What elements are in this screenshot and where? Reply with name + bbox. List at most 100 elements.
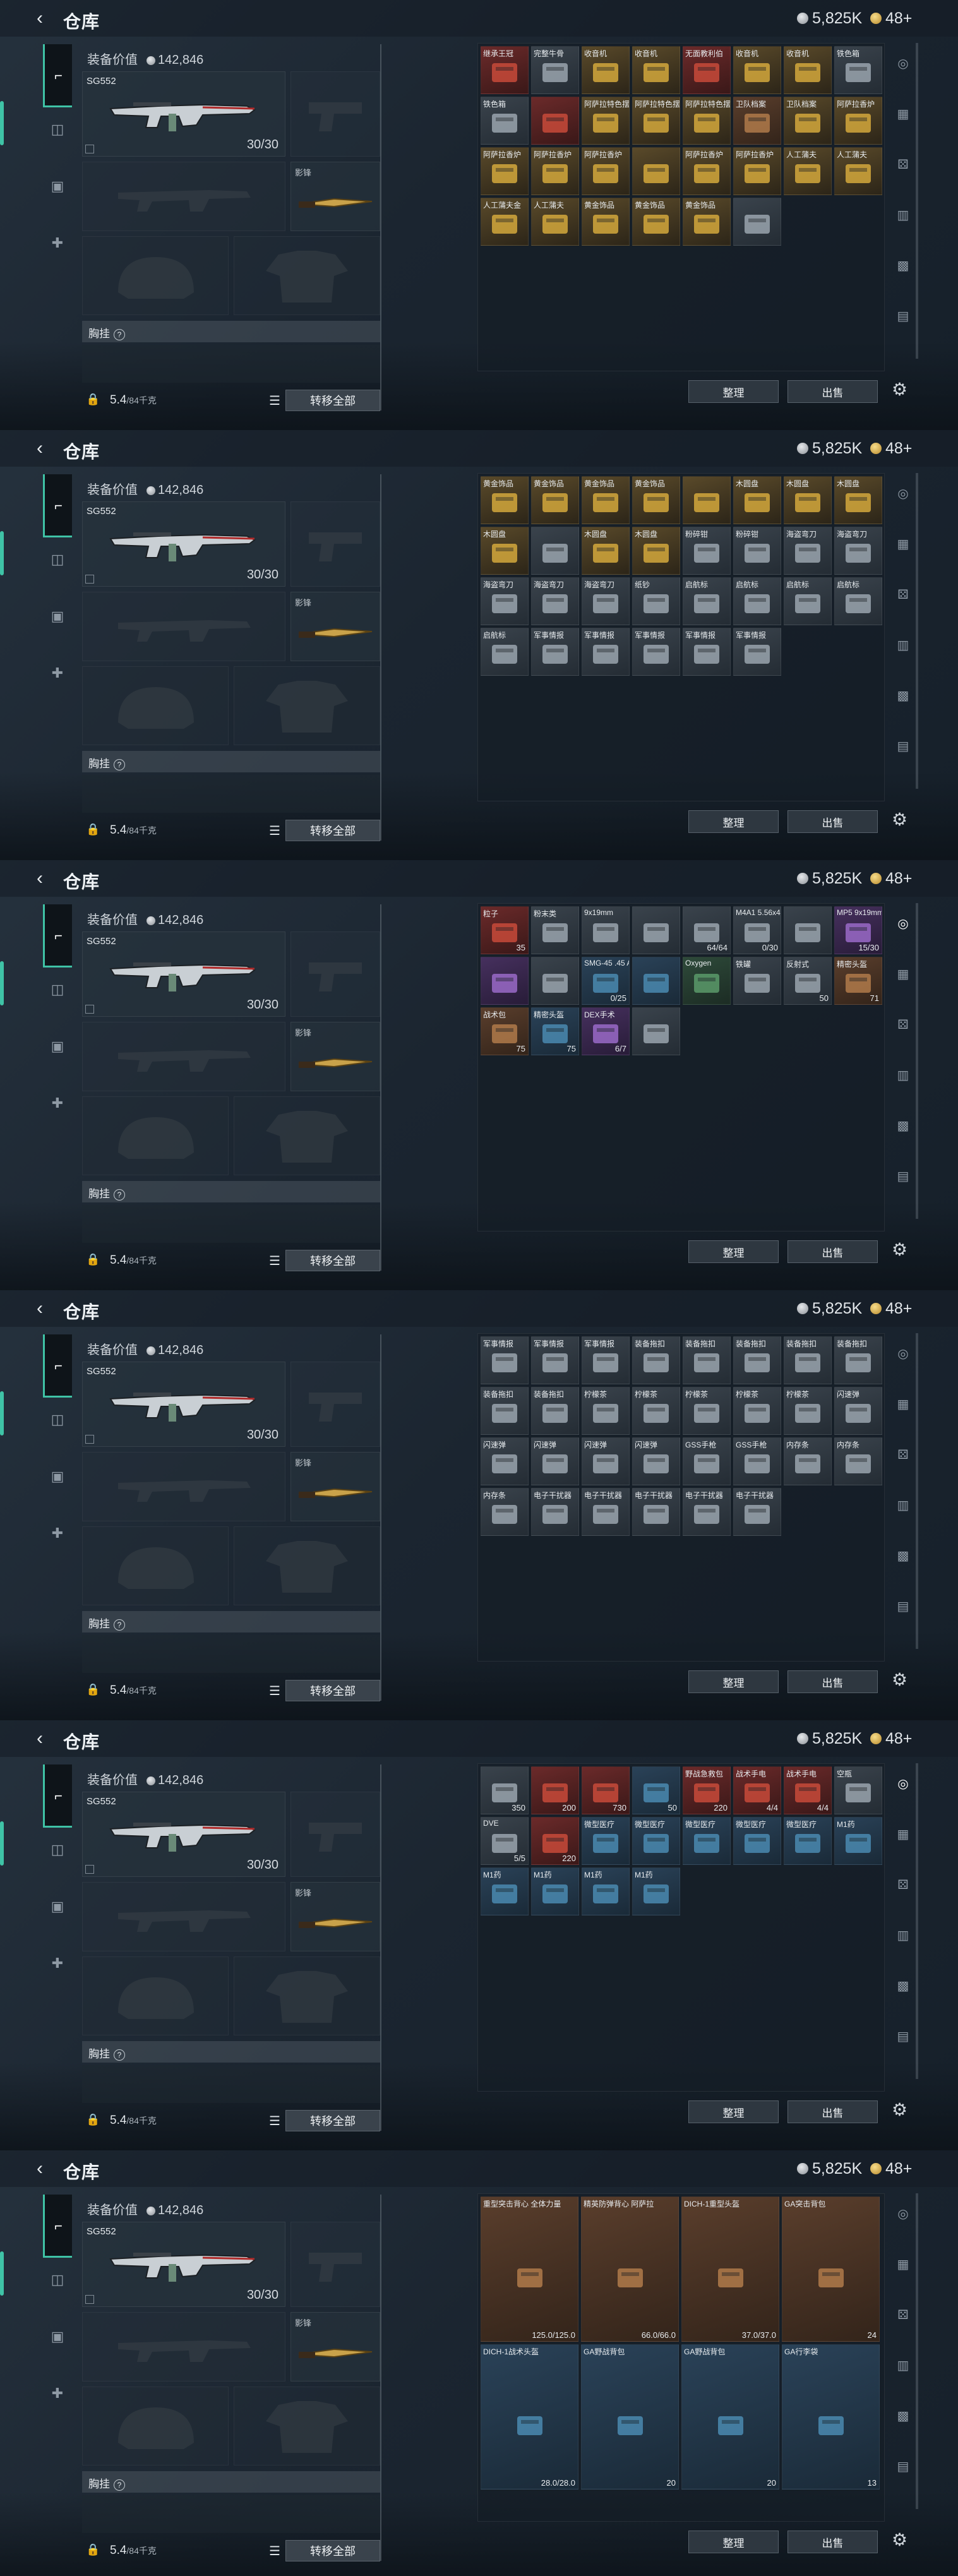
stash-item[interactable]: 内存条: [481, 1488, 529, 1536]
stash-item[interactable]: 无面教利伯: [683, 46, 731, 94]
stash-grid-area[interactable]: 350 200 730 50 野战急救包 220 战术手电 4/4 战术手电 4/4 空瓶 DVE 5/…: [477, 1763, 885, 2092]
stash-item[interactable]: 启航标: [683, 577, 731, 625]
stash-item[interactable]: 微型医疗: [784, 1817, 832, 1865]
stash-item[interactable]: 海盗弯刀: [784, 527, 832, 575]
back-arrow-icon[interactable]: ‹: [37, 9, 53, 28]
stash-item[interactable]: 军事情报: [683, 628, 731, 676]
stash-item[interactable]: 木圆盘: [481, 527, 529, 575]
case-tab-icon[interactable]: ▣: [43, 1027, 72, 1065]
helmet-slot[interactable]: [82, 666, 229, 745]
plus-tab-icon[interactable]: ▩: [889, 681, 917, 709]
bag-tab-icon[interactable]: ◫: [43, 541, 72, 578]
stash-item[interactable]: 闪速弹: [481, 1437, 529, 1485]
stash-item[interactable]: 730: [582, 1766, 630, 1814]
secondary-weapon-slot[interactable]: [82, 2312, 285, 2381]
gun-tab-icon[interactable]: ⌐: [43, 1334, 72, 1398]
stash-item[interactable]: 粉碎钳: [733, 527, 781, 575]
grid-tab-icon[interactable]: ▥: [889, 1491, 917, 1519]
stash-item[interactable]: 微型医疗: [683, 1817, 731, 1865]
dice-tab-icon[interactable]: ⚄: [889, 1871, 917, 1898]
melee-slot[interactable]: 影锋: [290, 1452, 380, 1521]
stash-item[interactable]: 闪速弹: [582, 1437, 630, 1485]
stash-item[interactable]: 黄金饰品: [632, 198, 680, 246]
stash-item[interactable]: 人工蒲夫: [784, 147, 832, 195]
stash-item[interactable]: 微型医疗: [733, 1817, 781, 1865]
monitor-tab-icon[interactable]: ▤: [889, 2022, 917, 2050]
primary-weapon-slot[interactable]: SG552 30/30: [82, 932, 285, 1017]
box-tab-icon[interactable]: ◎: [889, 1770, 917, 1797]
medkit-tab-icon[interactable]: ✚: [43, 224, 72, 262]
gun-tab-icon[interactable]: ⌐: [43, 2195, 72, 2258]
gun-tab-icon[interactable]: ⌐: [43, 474, 72, 537]
help-icon[interactable]: ?: [114, 2479, 125, 2491]
scroll-track[interactable]: [916, 1763, 918, 2079]
armor-slot[interactable]: [234, 1956, 380, 2035]
stash-item[interactable]: 阿萨拉特色摆件: [632, 97, 680, 145]
stash-item[interactable]: 铁色箱: [834, 46, 882, 94]
help-icon[interactable]: ?: [114, 1189, 125, 1201]
stash-item[interactable]: 海盗弯刀: [531, 577, 579, 625]
stash-item[interactable]: 军事情报: [632, 628, 680, 676]
stash-item[interactable]: 卫队档案: [784, 97, 832, 145]
stash-item[interactable]: 战术包 75: [481, 1007, 529, 1055]
sort-button[interactable]: 整理: [688, 2100, 779, 2123]
help-icon[interactable]: ?: [114, 1619, 125, 1631]
stash-item[interactable]: 黄金饰品: [582, 198, 630, 246]
stash-item[interactable]: 阿萨拉香炉: [481, 147, 529, 195]
stash-item[interactable]: 军事情报: [531, 628, 579, 676]
list-icon[interactable]: ☰: [269, 1683, 280, 1699]
transfer-all-button[interactable]: 转移全部: [285, 390, 380, 411]
grid-tab-icon[interactable]: ▥: [889, 1061, 917, 1089]
lock-tab-icon[interactable]: ▦: [889, 960, 917, 988]
case-tab-icon[interactable]: ▣: [43, 2318, 72, 2356]
helmet-slot[interactable]: [82, 2387, 229, 2465]
stash-grid-area[interactable]: 重型突击背心 全体力量 125.0/125.0 精英防弹背心 阿萨拉 66.0/66.…: [477, 2193, 885, 2522]
helmet-slot[interactable]: [82, 1956, 229, 2035]
plus-tab-icon[interactable]: ▩: [889, 1972, 917, 1999]
stash-item[interactable]: 铁色箱: [481, 97, 529, 145]
gun-tab-icon[interactable]: ⌐: [43, 904, 72, 967]
stash-item[interactable]: [481, 957, 529, 1005]
stash-item[interactable]: [632, 957, 680, 1005]
stash-item[interactable]: 装备拖扣: [531, 1387, 579, 1435]
stash-item[interactable]: 装备拖扣: [733, 1336, 781, 1384]
lock-tab-icon[interactable]: ▦: [889, 1820, 917, 1848]
sort-button[interactable]: 整理: [688, 810, 779, 833]
stash-item[interactable]: 阿萨拉特色摆件: [683, 97, 731, 145]
stash-item[interactable]: GA野战背包 20: [681, 2344, 779, 2489]
stash-item[interactable]: 军事情报: [733, 628, 781, 676]
pistol-slot[interactable]: [290, 1362, 380, 1447]
armor-slot[interactable]: [234, 1526, 380, 1605]
stash-item[interactable]: 黄金饰品: [531, 476, 579, 524]
sort-button[interactable]: 整理: [688, 1670, 779, 1693]
pistol-slot[interactable]: [290, 71, 380, 157]
stash-item[interactable]: 微型医疗: [632, 1817, 680, 1865]
stash-item[interactable]: 纸钞: [632, 577, 680, 625]
lock-tab-icon[interactable]: ▦: [889, 530, 917, 558]
dice-tab-icon[interactable]: ⚄: [889, 150, 917, 178]
stash-item[interactable]: 装备拖扣: [683, 1336, 731, 1384]
stash-item[interactable]: 装备拖扣: [632, 1336, 680, 1384]
case-tab-icon[interactable]: ▣: [43, 167, 72, 205]
stash-item[interactable]: 阿萨拉香炉: [582, 147, 630, 195]
sell-button[interactable]: 出售: [787, 1670, 878, 1693]
armor-slot[interactable]: [234, 1096, 380, 1175]
stash-item[interactable]: M1药: [582, 1867, 630, 1915]
stash-item[interactable]: 柠檬茶: [733, 1387, 781, 1435]
stash-item[interactable]: Oxygen: [683, 957, 731, 1005]
list-icon[interactable]: ☰: [269, 2113, 280, 2129]
monitor-tab-icon[interactable]: ▤: [889, 732, 917, 760]
stash-item[interactable]: GSS手枪: [733, 1437, 781, 1485]
box-tab-icon[interactable]: ◎: [889, 909, 917, 937]
chest-rig-slot[interactable]: 胸挂?: [82, 751, 380, 772]
stash-item[interactable]: 粉碎钳: [683, 527, 731, 575]
stash-item[interactable]: DICH-1重型头盔 37.0/37.0: [681, 2196, 779, 2342]
stash-item[interactable]: M1药: [531, 1867, 579, 1915]
melee-slot[interactable]: 影锋: [290, 592, 380, 661]
list-icon[interactable]: ☰: [269, 393, 280, 409]
gun-tab-icon[interactable]: ⌐: [43, 1764, 72, 1828]
stash-item[interactable]: 350: [481, 1766, 529, 1814]
stash-item[interactable]: 阿萨拉香炉: [683, 147, 731, 195]
stash-item[interactable]: DVE 5/5: [481, 1817, 529, 1865]
stash-item[interactable]: 柠檬茶: [582, 1387, 630, 1435]
